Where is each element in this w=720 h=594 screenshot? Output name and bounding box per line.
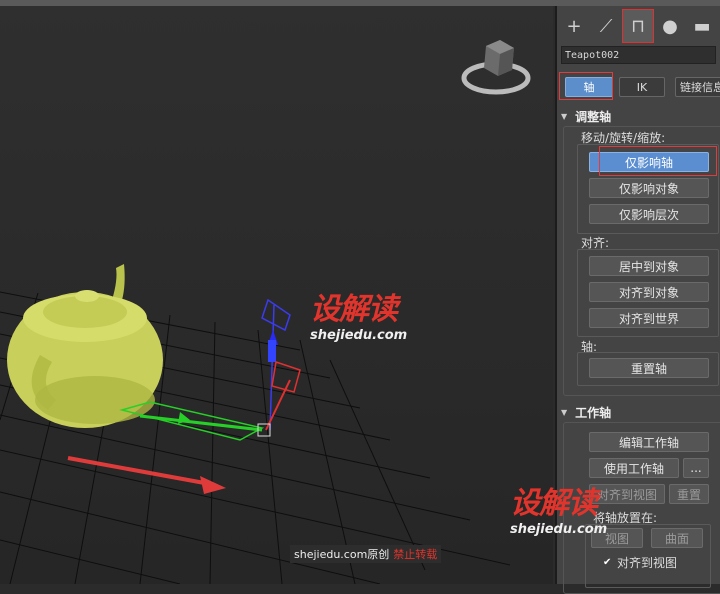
- collapse-triangle-icon: ▼: [561, 111, 568, 121]
- highlight-frame: [599, 146, 717, 176]
- adjust-pivot-title: 调整轴: [575, 109, 612, 124]
- create-tab-icon[interactable]: +: [559, 10, 589, 42]
- adjust-pivot-header[interactable]: ▼ 调整轴: [561, 107, 720, 125]
- object-name-field[interactable]: Teapot002: [561, 46, 716, 64]
- perspective-viewport[interactable]: 设解读 shejiedu.com shejiedu.com原创 禁止转载: [0, 0, 553, 584]
- align-to-view-checkbox[interactable]: ✔ 对齐到视图: [603, 554, 677, 571]
- watermark-logo: 设解读 shejiedu.com: [310, 284, 407, 343]
- working-pivot-options-button[interactable]: ...: [683, 458, 709, 478]
- tab-link-info[interactable]: 链接信息: [675, 77, 720, 97]
- viewcube-icon[interactable]: [460, 36, 540, 106]
- reset-working-pivot-button[interactable]: 重置: [669, 484, 709, 504]
- affect-hierarchy-only-button[interactable]: 仅影响层次: [589, 204, 709, 224]
- affect-object-only-button[interactable]: 仅影响对象: [589, 178, 709, 198]
- credit-banner: shejiedu.com原创 禁止转载: [290, 545, 442, 563]
- align-to-world-button[interactable]: 对齐到世界: [589, 308, 709, 328]
- checkmark-icon: ✔: [603, 556, 612, 568]
- command-panel-tabs: + ⟋ ⊓ ● ▬: [559, 9, 719, 44]
- surface-button[interactable]: 曲面: [651, 528, 703, 548]
- command-panel: + ⟋ ⊓ ● ▬ Teapot002 轴 IK 链接信息 ▼ 调整轴 移动/旋…: [510, 6, 720, 594]
- reset-pivot-button[interactable]: 重置轴: [589, 358, 709, 378]
- watermark-logo: 设解读 shejiedu.com: [510, 478, 607, 537]
- modify-tab-icon[interactable]: ⟋: [591, 10, 621, 42]
- motion-tab-icon[interactable]: ●: [655, 10, 685, 42]
- highlight-frame: [559, 72, 613, 100]
- watermark-url: shejiedu.com: [310, 328, 408, 343]
- use-working-pivot-button[interactable]: 使用工作轴: [589, 458, 679, 478]
- working-pivot-header[interactable]: ▼ 工作轴: [561, 403, 720, 421]
- credit-site: shejiedu.com原创: [294, 548, 390, 561]
- watermark-url: shejiedu.com: [510, 522, 608, 537]
- watermark-text: 设解读: [510, 486, 598, 521]
- edit-working-pivot-button[interactable]: 编辑工作轴: [589, 432, 709, 452]
- align-to-object-button[interactable]: 对齐到对象: [589, 282, 709, 302]
- center-to-object-button[interactable]: 居中到对象: [589, 256, 709, 276]
- display-tab-icon[interactable]: ▬: [687, 10, 717, 42]
- collapse-triangle-icon: ▼: [561, 407, 568, 417]
- watermark-text: 设解读: [310, 292, 398, 327]
- direction-arrow: [67, 456, 226, 494]
- credit-notice: 禁止转载: [393, 548, 438, 561]
- working-pivot-title: 工作轴: [575, 405, 612, 420]
- align-to-view-check-label: 对齐到视图: [617, 556, 678, 570]
- hierarchy-tab-icon[interactable]: ⊓: [622, 9, 654, 43]
- tab-ik[interactable]: IK: [619, 77, 665, 97]
- teapot-model: [7, 264, 163, 428]
